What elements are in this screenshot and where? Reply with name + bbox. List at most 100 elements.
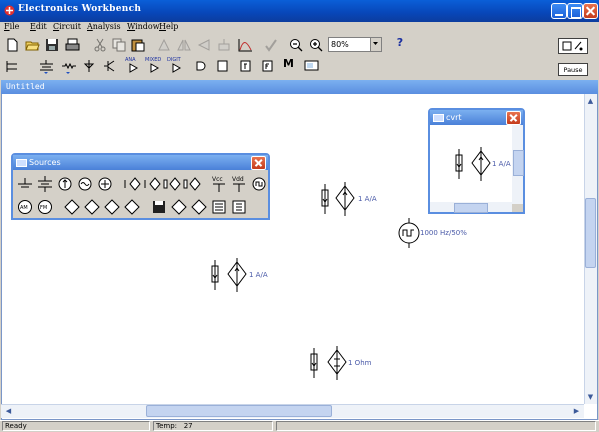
scroll-up-icon[interactable]: ▲ (585, 96, 596, 107)
zoom-out-button[interactable] (287, 36, 306, 54)
parts-instruments-button[interactable] (302, 57, 321, 75)
menu-file[interactable]: File (4, 22, 19, 31)
power-switch[interactable] (558, 38, 588, 54)
print-button[interactable] (63, 36, 82, 54)
close-button[interactable] (583, 3, 598, 19)
fm-source-part[interactable]: FM (36, 198, 54, 216)
paste-button[interactable] (129, 36, 148, 54)
cccs-component-2[interactable] (208, 258, 248, 292)
rotate-button[interactable] (155, 36, 174, 54)
cccs-part[interactable] (183, 175, 201, 193)
menu-help[interactable]: Help (159, 22, 178, 31)
ccvs-component[interactable] (307, 346, 349, 380)
new-file-button[interactable] (3, 36, 22, 54)
parts-mixed-ics-button[interactable]: MIXED (145, 57, 164, 75)
ac-current-icon (98, 177, 112, 191)
parts-diodes-button[interactable] (80, 57, 99, 75)
menu-circuit[interactable]: Circuit (53, 22, 81, 31)
vdd-part[interactable]: Vdd (230, 175, 248, 193)
ac-current-source-part[interactable] (96, 175, 114, 193)
ccvs-part[interactable] (163, 175, 181, 193)
misc-label: M (283, 57, 294, 70)
cut-button[interactable] (91, 36, 110, 54)
parts-analog-ics-button[interactable]: ANA (124, 57, 143, 75)
copy-button[interactable] (110, 36, 129, 54)
vc-pulse-source-part[interactable] (123, 198, 141, 216)
temp-label: Temp: (156, 422, 178, 430)
subcircuit-button[interactable] (215, 36, 234, 54)
parts-favorites-button[interactable] (3, 57, 22, 75)
am-source-part[interactable]: AM (16, 198, 34, 216)
vc-triangle-oscillator-part[interactable] (103, 198, 121, 216)
chevron-down-icon (373, 42, 378, 45)
pwl-source-part[interactable] (190, 198, 208, 216)
fm-source-icon: FM (38, 200, 52, 214)
parts-sources-button[interactable] (37, 57, 56, 75)
vc-sine-oscillator-part[interactable] (63, 198, 81, 216)
minimize-button[interactable] (551, 3, 567, 19)
parts-basic-button[interactable] (59, 57, 78, 75)
scroll-left-icon[interactable]: ◀ (3, 406, 14, 417)
clock-part[interactable] (250, 175, 268, 193)
nonlinear-source-part[interactable] (230, 198, 248, 216)
status-temperature: Temp: 27 (153, 421, 273, 431)
parts-indicators-button[interactable] (236, 57, 255, 75)
maximize-button[interactable] (567, 3, 583, 19)
horizontal-scroll-thumb[interactable] (146, 405, 332, 417)
subcircuit-window: cvrt 1 A/A (428, 108, 525, 214)
diode-icon (83, 60, 95, 72)
subcircuit-cccs-component[interactable] (452, 147, 492, 181)
scroll-right-icon[interactable]: ▶ (571, 406, 582, 417)
favorites-icon (6, 61, 17, 72)
parts-misc-button[interactable]: M (279, 57, 298, 75)
menu-window[interactable]: Window (127, 22, 160, 31)
menu-analysis[interactable]: Analysis (87, 22, 121, 31)
subcircuit-icon (218, 39, 230, 51)
sources-title: Sources (29, 158, 61, 167)
component-properties-button[interactable] (262, 36, 281, 54)
dc-current-source-part[interactable] (56, 175, 74, 193)
fsk-source-part[interactable] (170, 198, 188, 216)
sources-close-button[interactable] (251, 156, 266, 170)
save-button[interactable] (43, 36, 62, 54)
parts-digital-ics-button[interactable]: DIGIT (167, 57, 186, 75)
flip-vertical-icon (197, 39, 210, 51)
cccs-component-1[interactable] (318, 182, 358, 216)
subcircuit-close-button[interactable] (506, 111, 521, 125)
ac-source-icon (78, 177, 92, 191)
vcc-part[interactable]: Vcc (210, 175, 228, 193)
vc-square-oscillator-part[interactable] (83, 198, 101, 216)
zoom-in-button[interactable] (307, 36, 326, 54)
sources-titlebar: Sources (13, 155, 268, 170)
graph-button[interactable] (236, 36, 255, 54)
vcvs-part[interactable] (123, 175, 141, 193)
circuit-window-title: Untitled (6, 82, 45, 91)
parts-controls-button[interactable] (258, 57, 277, 75)
disk-icon (153, 201, 165, 213)
help-button[interactable]: ? (391, 36, 409, 54)
vccs-part[interactable] (143, 175, 161, 193)
subcircuit-hscroll-thumb[interactable] (454, 203, 488, 213)
controlled-source-part[interactable] (210, 198, 228, 216)
vertical-scroll-thumb[interactable] (585, 198, 596, 268)
cccs-icon (183, 177, 201, 191)
subcircuit-vscroll-thumb[interactable] (513, 150, 524, 176)
zoom-dropdown-arrow[interactable] (370, 38, 381, 51)
clock-source-component[interactable] (396, 218, 422, 248)
flip-horizontal-button[interactable] (175, 36, 194, 54)
flip-vertical-button[interactable] (195, 36, 214, 54)
parts-logic-gates-button[interactable] (192, 57, 211, 75)
battery-icon (38, 176, 52, 192)
scroll-down-icon[interactable]: ▼ (585, 392, 596, 403)
parts-digital-button[interactable] (213, 57, 232, 75)
menu-edit[interactable]: Edit (30, 22, 47, 31)
pause-button[interactable]: Pause (558, 63, 588, 76)
ac-voltage-source-part[interactable] (76, 175, 94, 193)
battery-part[interactable] (36, 175, 54, 193)
parts-transistors-button[interactable] (101, 57, 120, 75)
digital-ic-icon (172, 63, 182, 73)
ground-part[interactable] (16, 175, 34, 193)
polynomial-source-part[interactable] (150, 198, 168, 216)
folder-open-icon (25, 41, 40, 51)
open-file-button[interactable] (23, 36, 42, 54)
